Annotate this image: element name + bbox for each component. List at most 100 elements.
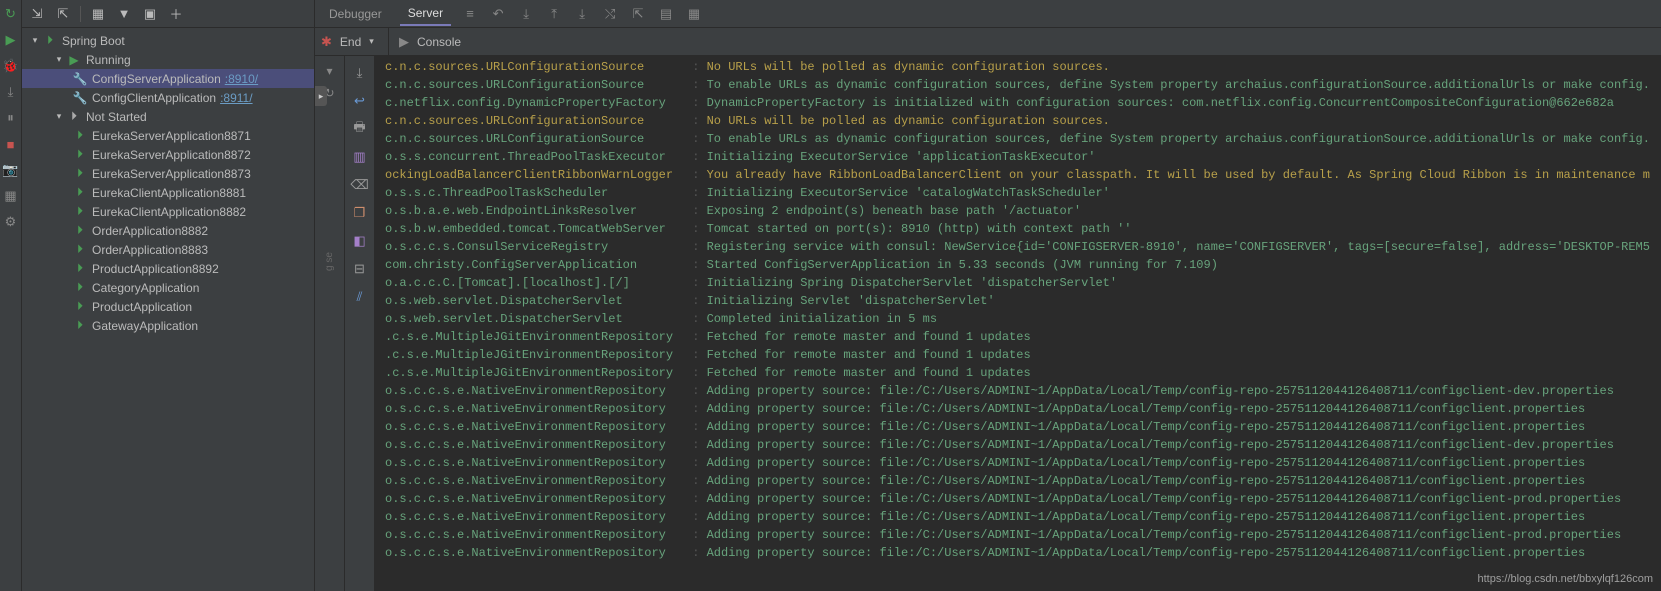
tree-row[interactable]: ⏵EurekaServerApplication8871 [22, 126, 314, 145]
log-line: o.s.c.c.s.e.NativeEnvironmentRepository … [385, 526, 1661, 544]
expand-all-icon[interactable]: ⇲ [28, 5, 46, 23]
settings-icon[interactable]: ⚙ [3, 214, 19, 230]
grid2-icon[interactable]: ▦ [685, 6, 703, 22]
camera-icon[interactable]: 📷 [3, 162, 19, 178]
tree-row[interactable]: ⏵EurekaClientApplication8882 [22, 202, 314, 221]
tab-debugger[interactable]: Debugger [321, 3, 390, 25]
log-line: o.s.web.servlet.DispatcherServlet : Init… [385, 292, 1661, 310]
separator [80, 6, 81, 22]
soft-wrap-icon[interactable]: ↩ [351, 92, 369, 110]
log-line: o.a.c.c.C.[Tomcat].[localhost].[/] : Ini… [385, 274, 1661, 292]
console-tab[interactable]: ▶ Console [389, 34, 461, 50]
divider-icon[interactable]: ⊟ [351, 260, 369, 278]
hamburger-icon[interactable]: ≡ [461, 6, 479, 21]
tree-row[interactable]: 🔧ConfigClientApplication:8911/ [22, 88, 314, 107]
log-line: c.netflix.config.DynamicPropertyFactory … [385, 94, 1661, 112]
tab-server[interactable]: Server [400, 2, 451, 26]
open-run-config-icon[interactable]: ▣ [141, 5, 159, 23]
body-row: ▾ ↻ g se ⤓ ↩ 🖶 ▥ ⌫ ❐ ◧ ⊟ ⫽ c.n.c.sources… [315, 56, 1661, 591]
tree-row[interactable]: ⏵EurekaServerApplication8873 [22, 164, 314, 183]
leaf-icon: ⏵ [72, 128, 88, 143]
run-tab-row: Debugger Server ≡ ↶ ⤓ ⤒ ⤓ ⤭ ⇱ ▤ ▦ [315, 0, 1661, 28]
tree-row[interactable]: 🔧 ConfigServerApplication :8910/ [22, 69, 314, 88]
tree-app: ConfigServerApplication [92, 72, 221, 86]
dashboard-tree[interactable]: ▾⏵Spring Boot▾▶Running 🔧 ConfigServerAppli… [22, 28, 314, 591]
scroll-to-end-icon[interactable]: ⤓ [351, 64, 369, 82]
bug-icon: ✱ [321, 34, 332, 50]
tree-row[interactable]: ⏵ OrderApplication8883 [22, 240, 314, 259]
right-pane: ▸ Debugger Server ≡ ↶ ⤓ ⤒ ⤓ ⤭ ⇱ ▤ ▦ ✱ En… [315, 0, 1661, 591]
leaf-icon: ⏵ [72, 223, 88, 238]
export-icon[interactable]: ⇱ [629, 6, 647, 22]
tree-row[interactable]: ▾▶Running [22, 50, 314, 69]
sub-tab-row: ✱ End ▾ ▶ Console [315, 28, 1661, 56]
tree-app: ConfigClientApplication [92, 91, 216, 105]
tree-app: GatewayApplication [92, 319, 198, 333]
log-line: o.s.c.c.s.e.NativeEnvironmentRepository … [385, 418, 1661, 436]
log-line: o.s.c.c.s.e.NativeEnvironmentRepository … [385, 454, 1661, 472]
pause-icon[interactable]: ⏸ [3, 110, 19, 126]
log-line: .c.s.e.MultipleJGitEnvironmentRepository… [385, 328, 1661, 346]
up-icon[interactable]: ↶ [489, 6, 507, 22]
tree-running: Running [86, 53, 131, 67]
log-line: o.s.web.servlet.DispatcherServlet : Comp… [385, 310, 1661, 328]
grid-icon[interactable]: ▤ [657, 6, 675, 22]
exchange-icon[interactable]: ⤭ [601, 6, 619, 22]
log-line: o.s.b.w.embedded.tomcat.TomcatWebServer … [385, 220, 1661, 238]
diff-icon[interactable]: ⫽ [351, 288, 369, 306]
tree-app: EurekaServerApplication8873 [92, 167, 251, 181]
tree-row[interactable]: ⏵ GatewayApplication [22, 316, 314, 335]
log-line: o.s.c.c.s.e.NativeEnvironmentRepository … [385, 382, 1661, 400]
tree-row[interactable]: ⏵EurekaServerApplication8872 [22, 145, 314, 164]
layout-icon[interactable]: ▦ [3, 188, 19, 204]
upload-icon[interactable]: ⤒ [545, 6, 563, 22]
download-icon[interactable]: ⤓ [517, 6, 535, 22]
leaf-icon: ⏵ [72, 147, 88, 162]
step-icon[interactable]: ⤓ [3, 84, 19, 100]
analytics-icon[interactable]: ▥ [351, 148, 369, 166]
log-line: o.s.c.c.s.e.NativeEnvironmentRepository … [385, 544, 1661, 562]
leaf-icon: ⏵ [72, 242, 88, 257]
not-started-icon: ⏵ [66, 109, 82, 124]
log-line: c.n.c.sources.URLConfigurationSource : N… [385, 58, 1661, 76]
wrench-icon: 🔧 [72, 91, 88, 105]
tree-row[interactable]: ⏵OrderApplication8882 [22, 221, 314, 240]
copy-icon[interactable]: ❐ [351, 204, 369, 222]
run-handle-icon[interactable]: ▸ [315, 86, 327, 106]
tree-row[interactable]: ⏵ProductApplication8892 [22, 259, 314, 278]
tree-app: ProductApplication [92, 300, 192, 314]
tree-row[interactable]: ⏵ProductApplication [22, 297, 314, 316]
stop-icon[interactable]: ■ [3, 136, 19, 152]
hint-text: g se [324, 252, 335, 271]
debug-icon[interactable]: 🐞 [3, 58, 19, 74]
leaf-icon: ⏵ [72, 318, 88, 333]
tree-row[interactable]: ▾⏵Not Started [22, 107, 314, 126]
tree-row[interactable]: ⏵CategoryApplication [22, 278, 314, 297]
endpoints-gutter: ▾ ↻ g se [315, 56, 345, 591]
tree-app: OrderApplication8883 [92, 243, 208, 257]
add-icon[interactable]: ＋ [167, 5, 185, 23]
tree-row[interactable]: ⏵EurekaClientApplication8881 [22, 183, 314, 202]
log-line: o.s.b.a.e.web.EndpointLinksResolver : Ex… [385, 202, 1661, 220]
tree-port: :8910/ [225, 72, 258, 86]
console-output[interactable]: c.n.c.sources.URLConfigurationSource : N… [375, 56, 1661, 591]
tree-row[interactable]: ▾⏵Spring Boot [22, 31, 314, 50]
log-line: .c.s.e.MultipleJGitEnvironmentRepository… [385, 364, 1661, 382]
log-line: c.n.c.sources.URLConfigurationSource : T… [385, 130, 1661, 148]
filter-icon[interactable]: ▼ [115, 5, 133, 23]
group-icon[interactable]: ▦ [89, 5, 107, 23]
run-icon[interactable]: ▶ [3, 32, 19, 48]
collapse-all-icon[interactable]: ⇱ [54, 5, 72, 23]
download2-icon[interactable]: ⤓ [573, 6, 591, 22]
log-line: o.s.s.concurrent.ThreadPoolTaskExecutor … [385, 148, 1661, 166]
filter-console-icon[interactable]: ◧ [351, 232, 369, 250]
chevron-down-icon[interactable]: ▾ [321, 62, 339, 80]
log-line: o.s.c.c.s.e.NativeEnvironmentRepository … [385, 436, 1661, 454]
rerun-icon[interactable]: ↻ [3, 6, 19, 22]
wrench-icon: 🔧 [72, 72, 88, 86]
endpoints-panel-header[interactable]: ✱ End ▾ [315, 28, 389, 55]
print-icon[interactable]: 🖶 [351, 120, 369, 138]
clear-icon[interactable]: ⌫ [351, 176, 369, 194]
leaf-icon: ⏵ [72, 185, 88, 200]
watermark-text: https://blog.csdn.net/bbxylqf126com [1478, 573, 1654, 585]
